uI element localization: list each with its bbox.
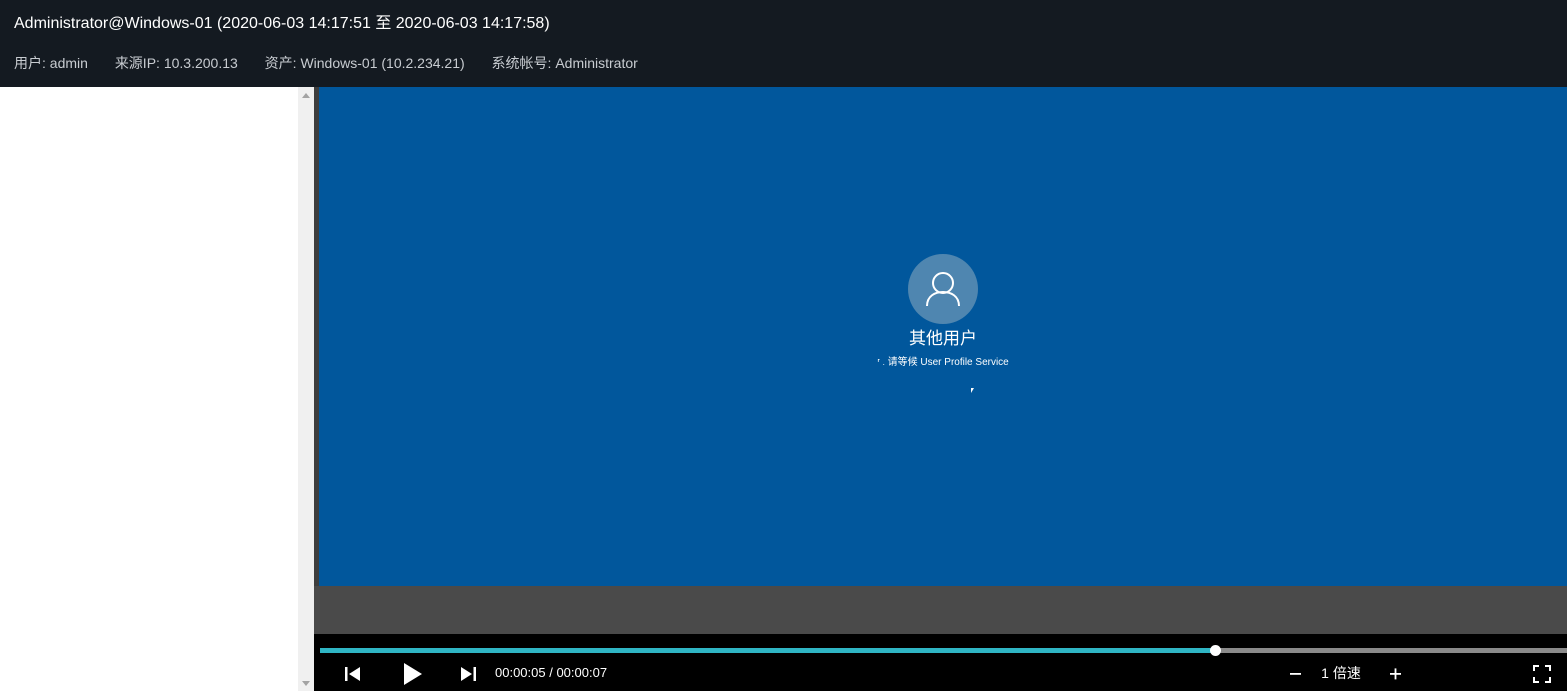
vertical-scrollbar[interactable]	[298, 87, 314, 691]
playback-speed: 1 倍速	[1321, 665, 1361, 681]
command-list-panel	[0, 87, 298, 691]
scroll-down-arrow-icon[interactable]	[302, 681, 310, 686]
speed-down-button[interactable]	[1289, 663, 1303, 685]
skip-forward-button[interactable]	[459, 663, 477, 685]
play-icon	[404, 663, 422, 685]
time-display: 00:00:05 / 00:00:07	[495, 665, 608, 680]
mouse-cursor-icon	[971, 388, 974, 393]
player-controls: 00:00:05 / 00:00:07 1 倍速	[314, 634, 1567, 691]
play-button[interactable]	[402, 663, 422, 685]
progress-fill	[320, 648, 1216, 653]
plus-icon	[1390, 668, 1401, 680]
remote-desktop-screen[interactable]: 其他用户 ⸢ . 请等候 User Profile Service	[319, 87, 1567, 586]
user-avatar	[908, 254, 978, 324]
login-status-text: ⸢ . 请等候 User Profile Service	[843, 356, 1043, 370]
skip-forward-icon	[461, 667, 476, 681]
user-icon	[926, 272, 960, 307]
meta-user: 用户: admin	[14, 55, 88, 71]
skip-back-button[interactable]	[344, 663, 362, 685]
skip-back-icon	[345, 667, 360, 681]
spinner-icon: ⸢ .	[877, 358, 885, 367]
progress-handle[interactable]	[1210, 645, 1222, 656]
meta-source-ip: 来源IP: 10.3.200.13	[114, 55, 238, 71]
session-meta: 用户: admin 来源IP: 10.3.200.13 资产: Windows-…	[14, 54, 661, 72]
speed-up-button[interactable]	[1389, 663, 1403, 685]
login-status-label: 请等候 User Profile Service	[887, 357, 1009, 368]
scroll-up-arrow-icon[interactable]	[302, 93, 310, 98]
replay-player: 其他用户 ⸢ . 请等候 User Profile Service	[314, 87, 1567, 691]
meta-system-account: 系统帐号: Administrator	[491, 55, 638, 71]
session-header: Administrator@Windows-01 (2020-06-03 14:…	[0, 0, 1567, 87]
session-title: Administrator@Windows-01 (2020-06-03 14:…	[14, 15, 550, 32]
progress-bar[interactable]	[320, 645, 1567, 656]
login-user-name: 其他用户	[909, 329, 977, 348]
minus-icon	[1290, 673, 1301, 675]
fullscreen-button[interactable]	[1533, 663, 1551, 685]
fullscreen-icon	[1533, 665, 1551, 683]
meta-asset: 资产: Windows-01 (10.2.234.21)	[264, 55, 465, 71]
